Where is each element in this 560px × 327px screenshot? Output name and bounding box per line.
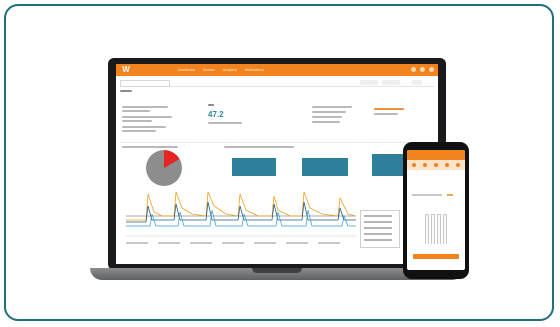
x-tick-label [126, 242, 148, 244]
section-label [120, 90, 132, 92]
legend-entry [364, 227, 392, 229]
phone-bar [425, 214, 429, 244]
legend-entry [364, 233, 392, 235]
divider [120, 142, 434, 143]
x-tick-label [222, 242, 244, 244]
phone-bar [437, 214, 441, 244]
phone-tab[interactable] [456, 163, 460, 167]
legend-entry [364, 239, 392, 241]
x-tick-label [190, 242, 212, 244]
laptop-notch [252, 268, 302, 273]
phone-badge [447, 194, 453, 196]
date-range-button[interactable] [382, 80, 400, 85]
x-tick-label [254, 242, 276, 244]
series-light-blue [126, 209, 356, 227]
app-header: W Dashboard Monitor Analytics Notificati… [116, 64, 438, 76]
phone-bar [431, 214, 435, 244]
search-input[interactable] [120, 80, 170, 87]
info-line [122, 116, 172, 118]
phone-tab[interactable] [434, 163, 438, 167]
phone-section-title [412, 194, 442, 196]
phone-action-button[interactable] [413, 254, 459, 259]
sub-toolbar [120, 80, 434, 87]
phone-header [407, 150, 465, 160]
x-tick-label [318, 242, 340, 244]
phone-tab[interactable] [412, 163, 416, 167]
info-line [122, 120, 152, 122]
nav-item-analytics[interactable]: Analytics [223, 67, 237, 74]
phone-tab[interactable] [423, 163, 427, 167]
kpi-label [208, 104, 214, 106]
top-nav: Dashboard Monitor Analytics Notification… [178, 67, 264, 74]
info-line [122, 106, 168, 108]
phone-screen [407, 150, 465, 270]
stat-line [312, 106, 352, 108]
bell-icon[interactable] [411, 67, 416, 72]
info-line [122, 130, 156, 132]
info-line [122, 110, 150, 112]
phone-tab[interactable] [445, 163, 449, 167]
kpi-value: 47.2 [208, 110, 224, 119]
legend-entry [364, 215, 392, 217]
legend-entry [364, 221, 392, 223]
stat-line [312, 111, 346, 113]
header-icons [411, 67, 434, 72]
info-line [122, 126, 166, 128]
bar-caption [224, 146, 294, 148]
x-tick-label [158, 242, 180, 244]
nav-item-dashboard[interactable]: Dashboard [178, 67, 195, 74]
pie-chart [146, 150, 182, 186]
settings-icon[interactable] [420, 67, 425, 72]
export-button[interactable] [412, 80, 422, 85]
laptop-screen: W Dashboard Monitor Analytics Notificati… [116, 64, 438, 264]
user-icon[interactable] [429, 67, 434, 72]
bar-2 [302, 158, 348, 176]
pie-caption [122, 146, 178, 148]
chart-legend [360, 210, 400, 248]
nav-item-monitor[interactable]: Monitor [203, 67, 215, 74]
bar-1 [232, 158, 276, 176]
kpi-caption [208, 122, 242, 124]
series-dark-blue [126, 201, 356, 223]
line-chart [126, 191, 356, 237]
stat-line [312, 116, 342, 118]
app-logo[interactable]: W [120, 65, 132, 75]
nav-item-notifications[interactable]: Notifications [245, 67, 264, 74]
phone-bar-chart [425, 210, 451, 244]
stat-line [374, 113, 398, 115]
filter-button[interactable] [360, 80, 378, 85]
phone-bar [443, 214, 447, 244]
alert-line [374, 108, 404, 110]
x-tick-label [286, 242, 308, 244]
stat-line [312, 121, 340, 123]
